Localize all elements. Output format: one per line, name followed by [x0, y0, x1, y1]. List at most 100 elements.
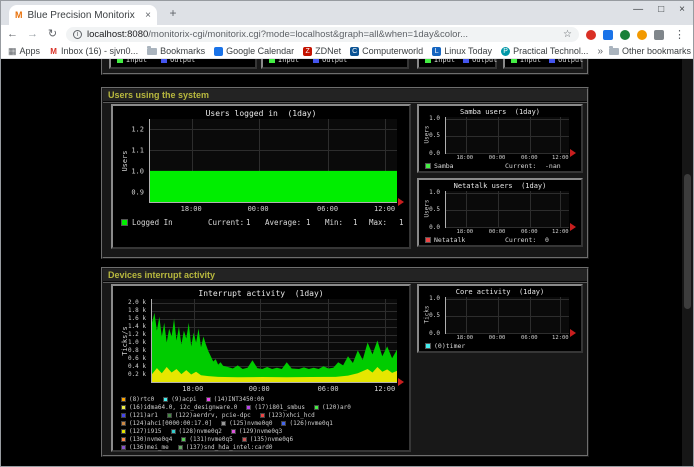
- address-bar[interactable]: i localhost:8080/monitorix-cgi/monitorix…: [66, 27, 579, 42]
- legend-item: (137)snd_hda_intel:card0: [178, 444, 273, 451]
- bookmark-item-bookmarks[interactable]: Bookmarks: [147, 46, 205, 56]
- bookmark-item-inbox[interactable]: M Inbox (16) - sjvn0...: [49, 46, 138, 56]
- other-bookmarks-button[interactable]: Other bookmarks: [609, 46, 691, 56]
- extension-icon[interactable]: [586, 30, 596, 40]
- back-button[interactable]: ←: [6, 29, 19, 40]
- bookmark-label: Computerworld: [362, 46, 423, 56]
- page-content: Input Output Input Output Input Output I…: [1, 59, 693, 467]
- legend-item: (124)ahci[0000:00:17.0]: [121, 420, 212, 427]
- legend-item: (136)mei_me: [121, 444, 169, 451]
- chart-area: [152, 299, 397, 382]
- legend-item: (14)INT3450:00: [206, 396, 265, 403]
- legend-color-swatch: [246, 405, 251, 410]
- legend-item: Input: [269, 59, 299, 64]
- cutoff-graph[interactable]: Input Output: [417, 59, 497, 69]
- bookmark-star-icon[interactable]: ☆: [563, 29, 572, 40]
- browser-window: M Blue Precision Monitorix × + — □ × ← →…: [0, 0, 694, 467]
- browser-tab[interactable]: M Blue Precision Monitorix ×: [9, 5, 157, 25]
- window-controls: — □ ×: [633, 4, 685, 15]
- users-logged-in-graph[interactable]: Users logged in (1day) Users 1.21.11.00.…: [111, 104, 411, 249]
- browser-menu-icon[interactable]: ⋮: [671, 28, 688, 41]
- tab-close-icon[interactable]: ×: [145, 10, 151, 21]
- extension-icon[interactable]: [620, 30, 630, 40]
- plot-area: [445, 297, 569, 334]
- bookmarks-bar: ▦ Apps M Inbox (16) - sjvn0... Bookmarks…: [1, 44, 693, 59]
- x-tick-label: 00:00: [489, 230, 506, 236]
- interrupt-activity-graph[interactable]: Interrupt activity (1day) Ticks/s 2.0 k1…: [111, 284, 411, 452]
- legend-item: Input: [117, 59, 147, 64]
- extension-icon[interactable]: [603, 30, 613, 40]
- y-axis-ticks: 1.00.50.0: [419, 191, 442, 228]
- bookmark-item-zdnet[interactable]: Z ZDNet: [303, 46, 341, 56]
- y-tick-label: 1.0: [429, 116, 440, 122]
- x-tick-label: 06:00: [521, 230, 538, 236]
- new-tab-button[interactable]: +: [165, 6, 181, 20]
- grid-line: [446, 333, 569, 334]
- tab-strip: M Blue Precision Monitorix × + — □ ×: [1, 1, 693, 25]
- legend-color-swatch: [121, 219, 128, 226]
- x-tick-label: 06:00: [521, 156, 538, 162]
- x-axis-ticks: 18:0000:0006:0012:00: [149, 206, 397, 214]
- samba-users-graph[interactable]: Samba users (1day) Users 1.00.50.0 18:00…: [417, 104, 583, 173]
- bookmark-item-linux-today[interactable]: L Linux Today: [432, 46, 492, 56]
- legend-color-swatch: [313, 59, 319, 63]
- x-tick-label: 00:00: [248, 206, 269, 213]
- legend-item: (135)nvme0q6: [242, 436, 293, 443]
- stat-value: -nan: [545, 163, 561, 170]
- extension-icon[interactable]: [654, 30, 664, 40]
- graph-title: Netatalk users (1day): [419, 182, 581, 190]
- legend-color-swatch: [463, 59, 469, 63]
- reload-button[interactable]: ↻: [46, 29, 59, 40]
- y-axis-ticks: 2.0 k1.8 k1.6 k1.4 k1.2 k1.0 k0.8 k0.6 k…: [113, 299, 148, 383]
- bookmark-item-practical-technology[interactable]: P Practical Technol...: [501, 46, 588, 56]
- stat-value: 1: [353, 219, 358, 227]
- legend-item: (8)rtc0: [121, 396, 154, 403]
- legend-item: Netatalk: [425, 237, 465, 244]
- bookmarks-overflow-icon[interactable]: »: [597, 46, 603, 57]
- y-tick-label: 1.2: [131, 126, 144, 133]
- window-minimize-button[interactable]: —: [633, 4, 643, 15]
- cutoff-graph[interactable]: Input Output: [503, 59, 583, 69]
- legend-item: (122)aerdrv, pcie-dpc: [167, 412, 251, 419]
- interrupts-section: Devices interrupt activity Interrupt act…: [101, 267, 589, 457]
- interrupt-legend: (8)rtc0(9)acpi(14)INT3450:00(16)idma64.0…: [121, 396, 406, 451]
- core-activity-graph[interactable]: Core activity (1day) Ticks 1.00.50.0 18:…: [417, 284, 583, 353]
- bookmark-label: Bookmarks: [160, 46, 205, 56]
- y-tick-label: 0.5: [429, 207, 440, 213]
- legend-color-swatch: [221, 421, 226, 426]
- page-scrollbar[interactable]: [682, 59, 693, 467]
- legend-item: (16)idma64.0, i2c_designware.0: [121, 404, 237, 411]
- section-title: Users using the system: [103, 89, 587, 103]
- section-title: Devices interrupt activity: [103, 269, 587, 283]
- legend-color-swatch: [314, 405, 319, 410]
- grid-line: [446, 227, 569, 228]
- extension-icon[interactable]: [637, 30, 647, 40]
- legend-color-swatch: [121, 429, 126, 434]
- folder-icon: [609, 48, 619, 55]
- chart-area: [446, 297, 569, 333]
- cutoff-graph[interactable]: Input Output: [109, 59, 257, 69]
- legend-item: (17)i801_smbus: [246, 404, 305, 411]
- legend-item: Output: [549, 59, 583, 64]
- zdnet-icon: Z: [303, 47, 312, 56]
- bookmark-label: Google Calendar: [226, 46, 294, 56]
- bookmark-item-google-calendar[interactable]: Google Calendar: [214, 46, 294, 56]
- legend-color-swatch: [121, 397, 126, 402]
- window-close-button[interactable]: ×: [679, 4, 685, 15]
- stat-label: Average:: [265, 219, 301, 227]
- x-tick-label: 18:00: [182, 386, 203, 393]
- calendar-icon: [214, 47, 223, 56]
- computerworld-icon: C: [350, 47, 359, 56]
- scrollbar-thumb[interactable]: [684, 174, 691, 309]
- legend-color-swatch: [425, 59, 431, 63]
- cutoff-graph[interactable]: Input Output: [261, 59, 409, 69]
- window-maximize-button[interactable]: □: [658, 4, 664, 15]
- graph-title: Samba users (1day): [419, 108, 581, 116]
- legend-color-swatch: [206, 397, 211, 402]
- bookmark-item-computerworld[interactable]: C Computerworld: [350, 46, 423, 56]
- linux-today-icon: L: [432, 47, 441, 56]
- forward-button[interactable]: →: [26, 29, 39, 40]
- apps-shortcut[interactable]: ▦ Apps: [8, 46, 40, 56]
- page-info-icon[interactable]: i: [73, 30, 82, 39]
- netatalk-users-graph[interactable]: Netatalk users (1day) Users 1.00.50.0 18…: [417, 178, 583, 247]
